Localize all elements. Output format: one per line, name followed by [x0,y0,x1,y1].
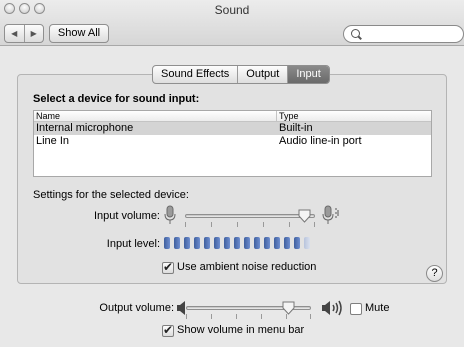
input-level-segment [214,237,220,249]
input-level-segment [274,237,280,249]
microphone-low-icon [164,205,176,224]
show-all-button[interactable]: Show All [49,24,109,43]
title-bar: Sound ◀ ▶ Show All [0,0,464,46]
output-volume-label: Output volume: [99,302,174,314]
input-level-segment [164,237,170,249]
input-level-segment [234,237,240,249]
input-level-segment [184,237,190,249]
back-arrow-icon[interactable]: ◀ [5,25,24,42]
input-level-segment [294,237,300,249]
tab-output[interactable]: Output [237,66,287,83]
table-row[interactable]: Line In Audio line-in port [34,135,431,148]
input-level-meter [164,237,310,249]
table-row[interactable]: Internal microphone Built-in [34,122,431,135]
input-level-segment [304,237,310,249]
input-level-segment [284,237,290,249]
input-volume-slider[interactable] [185,214,315,218]
input-level-segment [174,237,180,249]
input-device-table: Name Type Internal microphone Built-in L… [33,110,432,177]
ambient-noise-checkbox[interactable] [162,260,174,274]
input-volume-knob[interactable] [298,209,311,223]
sound-preferences-window: Sound ◀ ▶ Show All Sound Effects Output … [0,0,464,347]
table-header: Name Type [34,111,431,122]
input-level-segment [254,237,260,249]
mute-checkbox[interactable] [350,303,362,315]
tab-input[interactable]: Input [287,66,329,83]
input-level-segment [244,237,250,249]
input-settings-pane [17,74,447,284]
column-header-name[interactable]: Name [34,111,277,121]
microphone-high-icon [322,205,339,224]
settings-heading: Settings for the selected device: [33,189,189,201]
search-icon [351,29,360,38]
search-field[interactable] [343,25,464,43]
input-level-label: Input level: [106,238,160,250]
device-list-heading: Select a device for sound input: [33,93,200,105]
device-type: Built-in [279,122,313,134]
speaker-high-icon [322,300,342,316]
back-forward-control: ◀ ▶ [4,24,44,43]
help-button[interactable]: ? [426,265,443,282]
forward-arrow-icon[interactable]: ▶ [23,25,44,42]
input-level-segment [264,237,270,249]
input-level-segment [224,237,230,249]
ambient-noise-label: Use ambient noise reduction [177,261,317,273]
output-volume-knob[interactable] [282,301,295,315]
device-name: Internal microphone [36,122,134,134]
column-header-type[interactable]: Type [277,111,299,121]
tab-bar: Sound Effects Output Input [152,65,330,84]
device-name: Line In [36,135,70,147]
input-volume-ticks [185,222,315,227]
device-type: Audio line-in port [279,135,362,147]
show-volume-in-menu-bar-label: Show volume in menu bar [177,324,305,336]
input-level-segment [194,237,200,249]
show-volume-in-menu-bar-checkbox[interactable] [162,323,174,337]
input-level-segment [204,237,210,249]
window-title: Sound [214,3,250,17]
mute-label: Mute [365,302,390,314]
tab-sound-effects[interactable]: Sound Effects [153,66,237,83]
input-volume-label: Input volume: [93,210,160,222]
